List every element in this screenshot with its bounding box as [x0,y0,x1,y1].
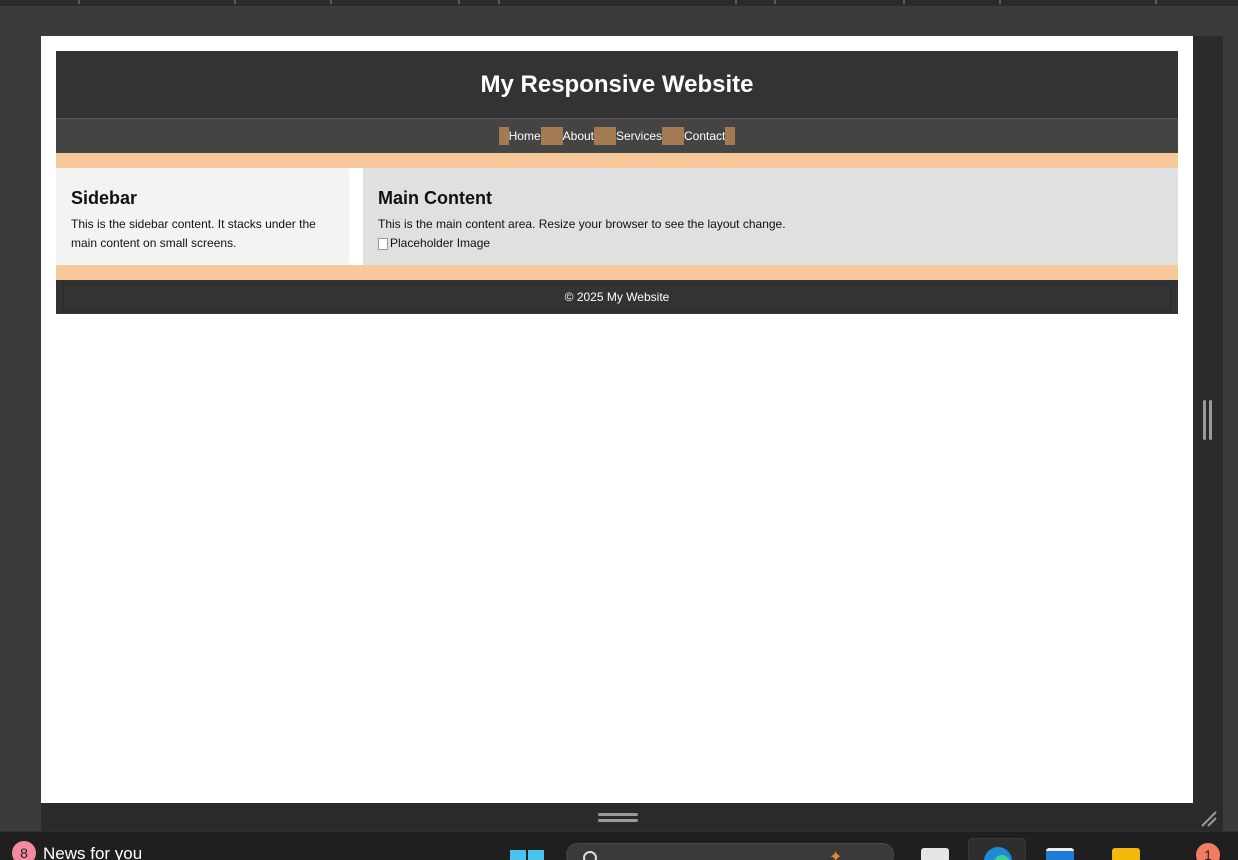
sidebar-heading: Sidebar [71,188,138,208]
start-icon[interactable] [510,850,546,860]
nav-spacer [540,127,563,145]
strip-tick [903,0,905,4]
search-highlight-icon: ✦ [829,849,843,860]
accent-band-bottom [56,265,1178,280]
nav-link-home[interactable]: Home [509,127,541,145]
store-icon[interactable] [1046,848,1074,860]
strip-tick [774,0,776,4]
resize-corner-icon[interactable] [1198,808,1218,828]
horizontal-resize-handle[interactable] [598,813,638,823]
nav-spacer [594,127,616,145]
site-header: My Responsive Website [56,51,1178,119]
search-icon [583,851,597,860]
editor-top-strip [0,0,1238,6]
vertical-resize-handle[interactable] [1203,400,1213,440]
nav-list: Home About Services Contact [498,127,736,145]
strip-tick [458,0,460,4]
content-row: Sidebar This is the sidebar content. It … [56,168,1178,265]
nav-link-services[interactable]: Services [616,127,662,145]
taskbar-active-app[interactable] [968,838,1026,860]
taskbar-app-icon[interactable] [921,848,949,860]
preview-pane: My Responsive Website Home About Service… [41,36,1193,803]
site-container: My Responsive Website Home About Service… [56,51,1178,314]
placeholder-image: Placeholder Image [378,234,1163,253]
footer-text: © 2025 My Website [564,290,670,304]
image-alt-text: Placeholder Image [390,236,491,250]
sidebar: Sidebar This is the sidebar content. It … [56,168,349,265]
edge-icon [984,847,1012,860]
strip-tick [498,0,500,4]
strip-tick [1155,0,1157,4]
nav-spacer [662,127,685,145]
site-title: My Responsive Website [480,70,754,98]
site-footer: © 2025 My Website [56,280,1178,314]
news-badge[interactable]: 8 [12,841,36,860]
strip-tick [78,0,80,4]
column-gap [349,168,363,265]
nav-link-contact[interactable]: Contact [684,127,725,145]
os-taskbar: 8 News for you ✦ 1 [0,831,1238,860]
sidebar-text: This is the sidebar content. It stacks u… [71,217,316,250]
strip-tick [330,0,332,4]
taskbar-search[interactable]: ✦ [566,843,894,860]
news-widget-label[interactable]: News for you [43,844,142,860]
accent-band-top [56,153,1178,168]
notification-badge[interactable]: 1 [1196,843,1220,860]
folder-icon[interactable] [1112,848,1140,860]
strip-tick [735,0,737,4]
main-content: Main Content This is the main content ar… [363,168,1178,265]
main-heading: Main Content [378,188,492,208]
broken-image-icon [378,237,388,250]
strip-tick [999,0,1001,4]
nav-link-about[interactable]: About [563,127,594,145]
footer-inner: © 2025 My Website [63,283,1171,311]
main-text: This is the main content area. Resize yo… [378,217,786,231]
strip-tick [234,0,236,4]
nav-spacer [498,127,509,145]
nav-spacer [725,127,736,145]
site-nav: Home About Services Contact [56,119,1178,153]
